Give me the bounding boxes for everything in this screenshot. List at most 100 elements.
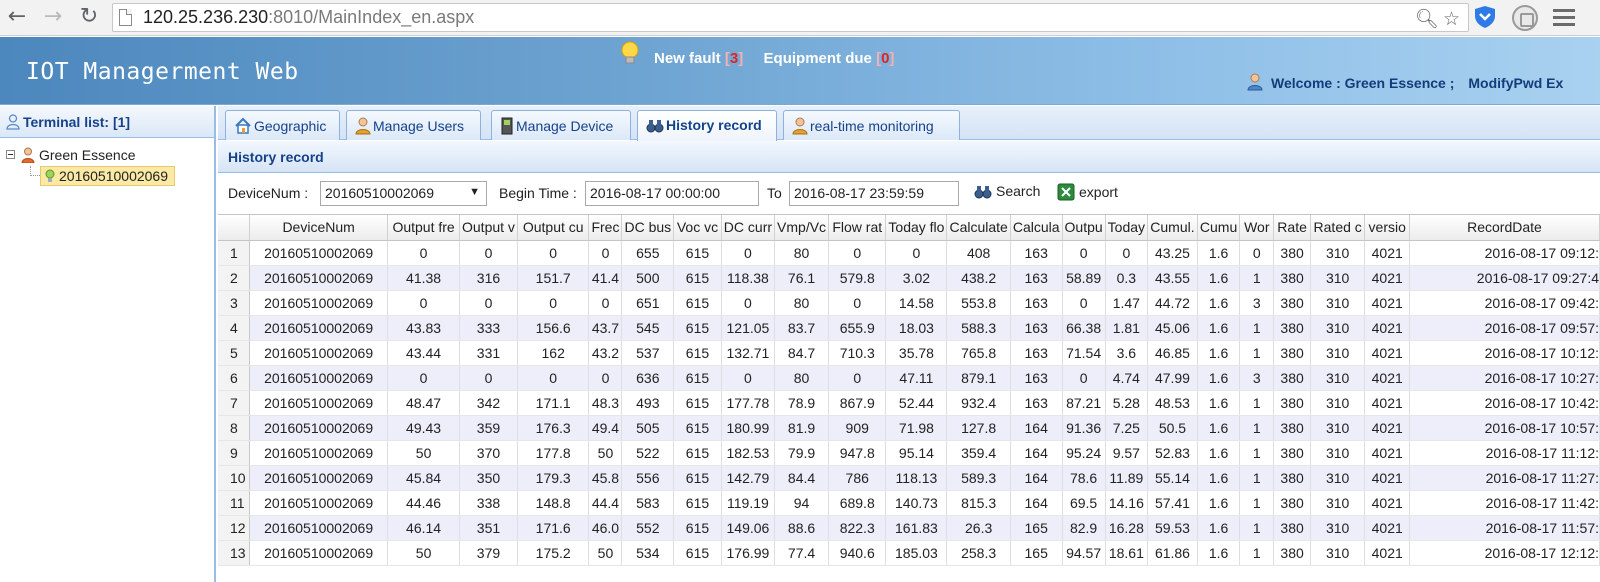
table-cell: 7.25 bbox=[1105, 415, 1149, 441]
table-row[interactable]: 13 20160510002069 50 379 175.2 50 534 615 176.99… bbox=[218, 540, 1600, 566]
tab-history-record[interactable]: History record bbox=[637, 110, 777, 141]
history-grid: DeviceNum Output fre Output v Output cu Frec… bbox=[218, 214, 1600, 582]
column-header[interactable]: Frec bbox=[588, 215, 623, 241]
table-cell: 0 bbox=[1105, 240, 1149, 266]
table-row[interactable]: 12 20160510002069 46.14 351 171.6 46.0 552 615 1… bbox=[218, 515, 1600, 541]
column-header[interactable]: Calcula bbox=[1010, 215, 1063, 241]
table-row[interactable]: 4 20160510002069 43.83 333 156.6 43.7 545 615 12… bbox=[218, 315, 1600, 341]
table-cell: 342 bbox=[459, 390, 518, 416]
table-cell: 4021 bbox=[1364, 390, 1410, 416]
table-cell: 50 bbox=[588, 440, 623, 466]
shield-extension-icon[interactable] bbox=[1474, 5, 1496, 29]
column-header[interactable]: Cumul. bbox=[1147, 215, 1198, 241]
table-row[interactable]: 2 20160510002069 41.38 316 151.7 41.4 500 615 11… bbox=[218, 265, 1600, 291]
column-header[interactable]: Calculate bbox=[946, 215, 1011, 241]
table-cell: 88.6 bbox=[774, 515, 830, 541]
column-header[interactable]: Output v bbox=[459, 215, 518, 241]
table-row[interactable]: 9 20160510002069 50 370 177.8 50 522 615 182.53 7… bbox=[218, 440, 1600, 466]
column-header[interactable]: Flow rat bbox=[828, 215, 887, 241]
home-icon bbox=[235, 117, 251, 134]
reload-icon[interactable]: ↻ bbox=[76, 4, 102, 30]
table-cell: 615 bbox=[673, 315, 722, 341]
table-cell: 552 bbox=[621, 515, 675, 541]
table-cell: 82.9 bbox=[1062, 515, 1106, 541]
equipment-due-link[interactable]: Equipment due bbox=[764, 50, 872, 67]
table-row[interactable]: 6 20160510002069 0 0 0 0 636 615 0 80 0 47.11 879.1 1… bbox=[218, 365, 1600, 391]
table-cell: 0 bbox=[459, 240, 518, 266]
column-header[interactable]: Cumu bbox=[1197, 215, 1241, 241]
table-cell: 48.53 bbox=[1147, 390, 1198, 416]
column-header[interactable]: Voc vc bbox=[673, 215, 722, 241]
table-cell: 4021 bbox=[1364, 315, 1410, 341]
column-header[interactable]: Today bbox=[1105, 215, 1149, 241]
table-cell: 0 bbox=[459, 365, 518, 391]
end-time-input[interactable]: 2016-08-17 23:59:59 bbox=[789, 181, 959, 206]
collapse-icon[interactable] bbox=[6, 150, 15, 159]
column-header[interactable]: Output cu bbox=[517, 215, 590, 241]
tab-real-time-monitoring[interactable]: real-time monitoring bbox=[783, 110, 960, 140]
table-row[interactable]: 7 20160510002069 48.47 342 171.1 48.3 493 615 17… bbox=[218, 390, 1600, 416]
table-cell: 636 bbox=[621, 365, 675, 391]
table-cell: 164 bbox=[1010, 440, 1063, 466]
tab-manage-device[interactable]: Manage Device bbox=[491, 110, 631, 140]
column-header[interactable]: Rated c bbox=[1310, 215, 1366, 241]
row-number-header[interactable] bbox=[218, 215, 251, 241]
column-header[interactable]: Output fre bbox=[387, 215, 460, 241]
table-cell: 588.3 bbox=[946, 315, 1011, 341]
table-row[interactable]: 10 20160510002069 45.84 350 179.3 45.8 556 615 1… bbox=[218, 465, 1600, 491]
table-cell: 164 bbox=[1010, 415, 1063, 441]
table-cell: 45.06 bbox=[1147, 315, 1198, 341]
table-row[interactable]: 5 20160510002069 43.44 331 162 43.2 537 615 132.… bbox=[218, 340, 1600, 366]
tree-node-device[interactable]: 20160510002069 bbox=[40, 166, 176, 186]
column-header[interactable]: Today flo bbox=[885, 215, 948, 241]
tab-geographic[interactable]: Geographic bbox=[225, 110, 340, 140]
tab-manage-users[interactable]: Manage Users bbox=[346, 110, 481, 140]
table-row[interactable]: 11 20160510002069 44.46 338 148.8 44.4 583 615 1… bbox=[218, 490, 1600, 516]
search-button[interactable]: Search bbox=[974, 183, 1040, 200]
terminal-list-panel: Terminal list: [1] Green Essence 2016051… bbox=[0, 106, 216, 582]
forward-arrow-icon[interactable]: → bbox=[40, 4, 66, 30]
column-header[interactable]: RecordDate bbox=[1409, 215, 1600, 241]
table-cell: 95.24 bbox=[1062, 440, 1106, 466]
column-header[interactable]: versio bbox=[1364, 215, 1410, 241]
row-number: 5 bbox=[218, 340, 251, 366]
table-cell: 78.9 bbox=[774, 390, 830, 416]
device-num-select[interactable]: 20160510002069 ▼ bbox=[320, 181, 487, 206]
column-header[interactable]: DeviceNum bbox=[249, 215, 389, 241]
modify-password-link[interactable]: ModifyPwd bbox=[1468, 75, 1542, 91]
table-cell: 786 bbox=[828, 465, 887, 491]
new-fault-link[interactable]: New fault bbox=[654, 50, 721, 67]
table-cell: 20160510002069 bbox=[249, 490, 389, 516]
column-header[interactable]: DC curr bbox=[721, 215, 776, 241]
table-cell: 615 bbox=[673, 540, 722, 566]
column-header[interactable]: Wor bbox=[1239, 215, 1275, 241]
column-header[interactable]: Rate bbox=[1273, 215, 1311, 241]
tree-node-green-essence[interactable]: Green Essence bbox=[6, 147, 136, 164]
table-cell: 2016-08-17 09:42: bbox=[1409, 290, 1600, 316]
table-cell: 16.28 bbox=[1105, 515, 1149, 541]
star-icon[interactable]: ☆ bbox=[1443, 8, 1460, 30]
table-cell: 0 bbox=[828, 240, 887, 266]
column-header[interactable]: Vmp/Vc bbox=[774, 215, 830, 241]
table-cell: 2016-08-17 11:27: bbox=[1409, 465, 1600, 491]
table-cell: 4021 bbox=[1364, 540, 1410, 566]
column-header[interactable]: DC bus bbox=[621, 215, 675, 241]
table-row[interactable]: 1 20160510002069 0 0 0 0 655 615 0 80 0 0 408 163 0 0 43… bbox=[218, 240, 1600, 266]
menu-icon[interactable] bbox=[1553, 9, 1575, 27]
table-cell: 331 bbox=[459, 340, 518, 366]
export-button[interactable]: export bbox=[1057, 183, 1118, 201]
table-row[interactable]: 3 20160510002069 0 0 0 0 651 615 0 80 0 14.58 553.8 1… bbox=[218, 290, 1600, 316]
url-text[interactable]: 120.25.236.230:8010/MainIndex_en.aspx bbox=[143, 7, 474, 28]
table-cell: 61.86 bbox=[1147, 540, 1198, 566]
alerts-summary: New fault [3] Equipment due [0] bbox=[654, 50, 895, 67]
exit-link[interactable]: Ex bbox=[1546, 75, 1563, 91]
column-header[interactable]: Outpu bbox=[1062, 215, 1106, 241]
back-arrow-icon[interactable]: ← bbox=[4, 4, 30, 30]
terminal-user-icon bbox=[6, 114, 20, 130]
zoom-icon[interactable]: 🔍︎ bbox=[1415, 8, 1439, 30]
address-bar[interactable]: 120.25.236.230:8010/MainIndex_en.aspx 🔍︎… bbox=[112, 3, 1469, 32]
extension-icon[interactable] bbox=[1512, 5, 1538, 31]
table-row[interactable]: 8 20160510002069 49.43 359 176.3 49.4 505 615 18… bbox=[218, 415, 1600, 441]
table-cell: 310 bbox=[1310, 340, 1366, 366]
begin-time-input[interactable]: 2016-08-17 00:00:00 bbox=[585, 181, 759, 206]
